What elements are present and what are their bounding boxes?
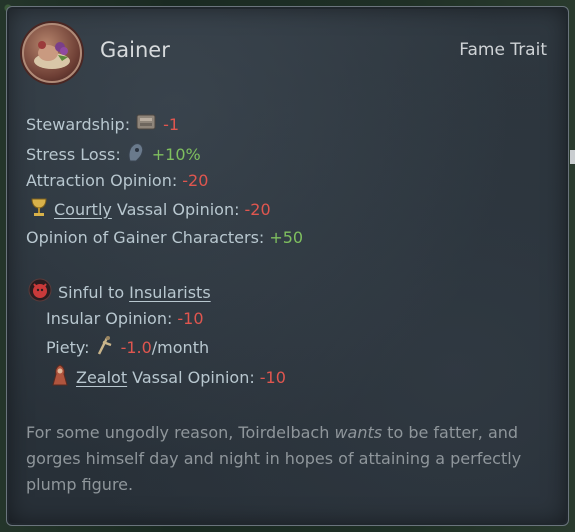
insular-opinion-value: -10	[177, 309, 204, 328]
courtly-label: Vassal Opinion:	[116, 199, 240, 219]
stress-loss-label: Stress Loss:	[26, 144, 121, 164]
zealot-link[interactable]: Zealot	[76, 368, 127, 387]
edge-tab	[570, 150, 575, 164]
food-platter-icon	[22, 23, 82, 83]
zealot-icon	[50, 363, 70, 391]
flavor-text: For some ungodly reason, Toirdelbach wan…	[26, 420, 546, 498]
trait-category: Fame Trait	[459, 40, 547, 60]
stewardship-row: Stewardship: -1	[26, 112, 179, 136]
courtly-value: -20	[244, 199, 271, 219]
stewardship-label: Stewardship:	[26, 114, 131, 134]
stress-icon	[126, 141, 146, 167]
piety-row: Piety: -1.0 /month	[46, 334, 209, 360]
courtly-row: Courtly Vassal Opinion: -20	[30, 197, 271, 221]
attraction-row: Attraction Opinion: -20	[26, 171, 208, 190]
insularists-link[interactable]: Insularists	[129, 283, 211, 302]
zealot-label: Vassal Opinion:	[132, 367, 255, 387]
sin-icon	[28, 278, 52, 306]
gainer-opinion-value: +50	[269, 228, 304, 247]
flavor-part1: For some ungodly reason, Toirdelbach	[26, 423, 335, 442]
trait-name: Gainer	[100, 38, 170, 62]
stewardship-icon	[135, 112, 157, 136]
chalice-icon	[30, 197, 48, 221]
stress-loss-value: +10%	[151, 144, 201, 164]
zealot-row: Zealot Vassal Opinion: -10	[50, 363, 286, 391]
gainer-opinion-row: Opinion of Gainer Characters: +50	[26, 228, 303, 247]
sinful-prefix: Sinful to	[58, 282, 125, 302]
attraction-value: -20	[182, 171, 209, 190]
stewardship-value: -1	[163, 114, 180, 134]
piety-value: -1.0	[120, 337, 152, 357]
stress-loss-row: Stress Loss: +10%	[26, 141, 201, 167]
piety-label: Piety:	[46, 337, 90, 357]
piety-icon	[95, 334, 115, 360]
flavor-emphasis: wants	[334, 423, 383, 442]
courtly-link[interactable]: Courtly	[54, 200, 112, 219]
insular-opinion-row: Insular Opinion: -10	[46, 309, 204, 328]
attraction-label: Attraction Opinion:	[26, 171, 178, 190]
sinful-row: Sinful to Insularists	[28, 278, 211, 306]
zealot-value: -10	[259, 367, 286, 387]
insular-opinion-label: Insular Opinion:	[46, 309, 173, 328]
gainer-opinion-label: Opinion of Gainer Characters:	[26, 228, 265, 247]
piety-unit: /month	[151, 337, 210, 357]
